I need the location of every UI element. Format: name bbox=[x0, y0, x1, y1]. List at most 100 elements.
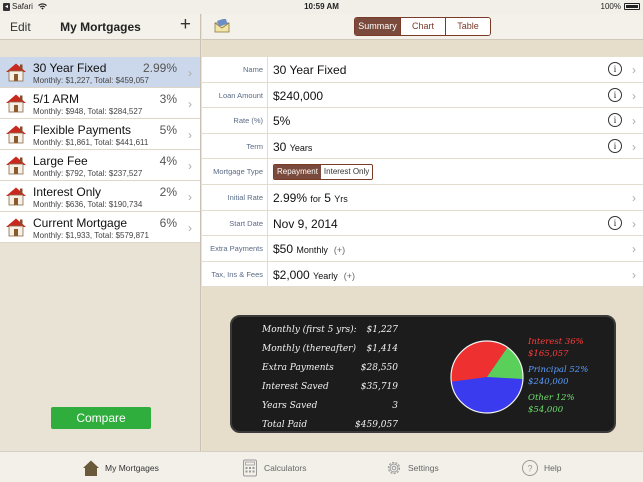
mortgage-name: Interest Only bbox=[33, 185, 102, 199]
help-icon: ? bbox=[522, 459, 538, 476]
field-label: Tax, Ins & Fees bbox=[211, 269, 263, 279]
info-icon[interactable]: i bbox=[608, 62, 622, 76]
chevron-right-icon: › bbox=[632, 88, 636, 103]
house-icon bbox=[5, 155, 27, 175]
mortgage-list-item[interactable]: 5/1 ARM 3% Monthly: $948, Total: $284,527 › bbox=[0, 88, 200, 119]
chevron-right-icon: › bbox=[188, 159, 192, 173]
legend-value: $54,000 bbox=[528, 405, 564, 415]
summary-value: $35,719 bbox=[360, 382, 398, 392]
add-tax-button[interactable]: (+) bbox=[344, 271, 355, 281]
field-extra-payments[interactable]: Extra Payments $50 Monthly (+) › bbox=[202, 236, 643, 262]
summary-label: Monthly (thereafter) bbox=[262, 344, 356, 354]
mortgage-rate: 2.99% bbox=[142, 61, 177, 75]
term-years: 30 bbox=[273, 139, 287, 154]
segment-table[interactable]: Table bbox=[445, 18, 490, 35]
start-date-value: Nov 9, 2014 bbox=[273, 216, 338, 231]
summary-value: $1,227 bbox=[366, 325, 399, 335]
extra-amount: $50 bbox=[273, 242, 294, 257]
field-rate[interactable]: Rate (%) 5% i › bbox=[202, 108, 643, 134]
segment-summary[interactable]: Summary bbox=[355, 18, 400, 35]
chevron-right-icon: › bbox=[188, 128, 192, 142]
rate-value: 5% bbox=[273, 114, 291, 129]
mortgage-list: 30 Year Fixed 2.99% Monthly: $1,227, Total… bbox=[0, 57, 200, 243]
info-icon[interactable]: i bbox=[608, 215, 622, 230]
summary-label: Total Paid bbox=[262, 420, 308, 430]
breakdown-pie-chart bbox=[450, 340, 524, 414]
mortgage-name: Large Fee bbox=[33, 154, 88, 168]
mortgage-list-item[interactable]: 30 Year Fixed 2.99% Monthly: $1,227, Total… bbox=[0, 57, 200, 88]
mortgage-rate: 3% bbox=[159, 92, 177, 106]
term-value: 30 Years bbox=[273, 140, 312, 154]
chevron-right-icon: › bbox=[632, 267, 636, 282]
house-icon bbox=[83, 460, 99, 476]
house-icon bbox=[5, 217, 27, 237]
info-icon[interactable]: i bbox=[608, 87, 622, 102]
summary-label: Interest Saved bbox=[262, 382, 329, 392]
chevron-right-icon: › bbox=[632, 242, 636, 257]
list-title: My Mortgages bbox=[60, 20, 141, 34]
field-label: Initial Rate bbox=[227, 192, 263, 202]
extra-unit: Monthly bbox=[296, 245, 328, 256]
mortgage-summary: Monthly: $948, Total: $284,527 bbox=[33, 107, 143, 116]
mortgage-list-item[interactable]: Large Fee 4% Monthly: $792, Total: $237,52… bbox=[0, 150, 200, 181]
tab-calculators[interactable]: Calculators bbox=[241, 452, 307, 482]
info-icon[interactable]: i bbox=[608, 138, 622, 153]
field-initial-rate[interactable]: Initial Rate 2.99% for 5 Yrs › bbox=[202, 184, 643, 211]
mortgage-list-item[interactable]: Current Mortgage 6% Monthly: $1,933, Total… bbox=[0, 212, 200, 243]
tab-settings[interactable]: Settings bbox=[385, 452, 439, 482]
for-label: for bbox=[310, 193, 321, 204]
term-unit: Years bbox=[289, 142, 313, 153]
tab-my-mortgages[interactable]: My Mortgages bbox=[82, 452, 159, 482]
mortgage-list-item[interactable]: Flexible Payments 5% Monthly: $1,861, Tota… bbox=[0, 119, 200, 150]
right-nav-bar: Summary Chart Table bbox=[202, 14, 643, 40]
name-value: 30 Year Fixed bbox=[273, 63, 347, 77]
field-loan-amount[interactable]: Loan Amount $240,000 i › bbox=[202, 82, 643, 109]
mortgage-rate: 4% bbox=[159, 154, 177, 168]
house-icon bbox=[5, 124, 27, 144]
chevron-right-icon: › bbox=[188, 66, 192, 80]
share-mail-icon[interactable] bbox=[214, 19, 230, 33]
chevron-right-icon: › bbox=[188, 190, 192, 204]
add-extra-button[interactable]: (+) bbox=[334, 245, 345, 255]
field-start-date[interactable]: Start Date Nov 9, 2014 i › bbox=[202, 210, 643, 237]
tab-label: Calculators bbox=[264, 462, 307, 473]
mortgage-summary: Monthly: $636, Total: $190,734 bbox=[33, 200, 143, 209]
mortgage-rate: 2% bbox=[159, 185, 177, 199]
chevron-right-icon: › bbox=[632, 190, 636, 205]
gear-icon bbox=[387, 461, 401, 474]
chevron-right-icon: › bbox=[632, 139, 636, 154]
info-icon[interactable]: i bbox=[608, 113, 622, 128]
initial-years: 5 bbox=[324, 190, 331, 205]
summary-value: $28,550 bbox=[360, 363, 398, 373]
initial-rate-value: 2.99% for 5 Yrs bbox=[273, 191, 348, 205]
add-mortgage-button[interactable]: + bbox=[180, 15, 191, 35]
house-icon bbox=[5, 186, 27, 206]
mortgage-list-pane: Edit My Mortgages + 30 Year Fixed 2.99% Mo… bbox=[0, 14, 201, 451]
field-term[interactable]: Term 30 Years i › bbox=[202, 133, 643, 160]
loan-amount-value: $240,000 bbox=[273, 88, 324, 103]
segment-chart[interactable]: Chart bbox=[400, 18, 445, 35]
tab-help[interactable]: ? Help bbox=[521, 452, 561, 482]
chevron-right-icon: › bbox=[188, 221, 192, 235]
summary-value: $459,057 bbox=[355, 420, 398, 430]
mortgage-list-item[interactable]: Interest Only 2% Monthly: $636, Total: $19… bbox=[0, 181, 200, 212]
tab-label: Settings bbox=[408, 462, 439, 473]
summary-value: $1,414 bbox=[366, 344, 399, 354]
mortgage-rate: 6% bbox=[159, 216, 177, 230]
field-name[interactable]: Name 30 Year Fixed i › bbox=[202, 57, 643, 83]
mortgage-summary: Monthly: $1,861, Total: $441,611 bbox=[33, 138, 149, 147]
field-label: Term bbox=[246, 141, 263, 151]
detail-pane: Summary Chart Table Name 30 Year Fixed i… bbox=[202, 14, 643, 451]
battery-icon bbox=[624, 3, 640, 10]
option-interest-only[interactable]: Interest Only bbox=[320, 165, 373, 180]
option-repayment[interactable]: Repayment bbox=[274, 165, 321, 180]
chevron-right-icon: › bbox=[632, 114, 636, 129]
field-tax-fees[interactable]: Tax, Ins & Fees $2,000 Yearly (+) › bbox=[202, 261, 643, 288]
house-icon bbox=[5, 62, 27, 82]
field-label: Extra Payments bbox=[210, 244, 263, 254]
compare-button[interactable]: Compare bbox=[51, 407, 151, 429]
legend-value: $165,057 bbox=[528, 349, 569, 359]
house-icon bbox=[5, 93, 27, 113]
battery-percent: 100% bbox=[600, 2, 621, 11]
legend-label: Principal 52% bbox=[528, 365, 589, 375]
